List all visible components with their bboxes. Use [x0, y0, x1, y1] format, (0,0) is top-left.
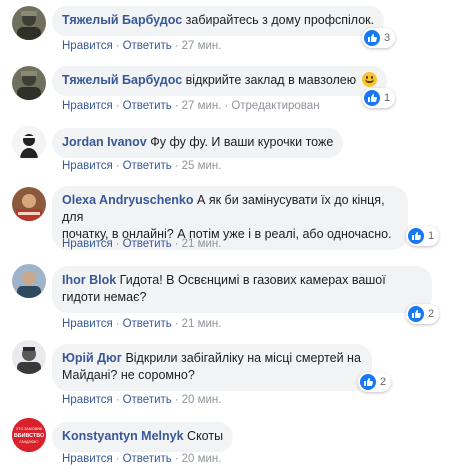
like-link[interactable]: Нравится: [62, 453, 113, 465]
like-link[interactable]: Нравится: [62, 160, 113, 172]
reaction-count[interactable]: 1: [406, 226, 440, 246]
avatar[interactable]: [12, 66, 46, 100]
reply-link[interactable]: Ответить: [123, 318, 172, 330]
reply-link[interactable]: Ответить: [123, 40, 172, 52]
reaction-count[interactable]: 2: [406, 304, 440, 324]
comment-actions: Нравится · Ответить · 21 мин.: [62, 238, 222, 250]
comment-author[interactable]: Jordan Ivanov: [62, 135, 147, 149]
avatar-text: ГАНДЗЮК?: [19, 440, 38, 444]
comment-actions: Нравится · Ответить · 21 мин.: [62, 318, 222, 330]
comment-bubble: Тяжелый Барбудос відкрийте заклад в мавз…: [52, 66, 387, 96]
reaction-number: 1: [384, 92, 391, 104]
comment-author[interactable]: Тяжелый Барбудос: [62, 13, 182, 27]
like-link[interactable]: Нравится: [62, 318, 113, 330]
thumbs-up-icon: [360, 374, 376, 390]
avatar-text: ВБИВСТВО: [14, 433, 44, 439]
comment-actions: Нравится · Ответить · 25 мин.: [62, 160, 222, 172]
comment-actions: Нравится · Ответить · 27 мин.: [62, 40, 222, 52]
reaction-count[interactable]: 1: [362, 88, 396, 108]
reaction-count[interactable]: 3: [362, 28, 396, 48]
thumbs-up-icon: [408, 306, 424, 322]
avatar[interactable]: [12, 264, 46, 298]
timestamp[interactable]: 20 мин.: [182, 453, 222, 465]
timestamp[interactable]: 20 мин.: [182, 394, 222, 406]
thumbs-up-icon: [364, 90, 380, 106]
comment-text-continued: Майдані? не соромно?: [62, 368, 195, 382]
comment-text: Гидота! В Освєнцимі в газових камерах ва…: [119, 273, 386, 287]
comment-actions: Нравится · Ответить · 20 мин.: [62, 453, 222, 465]
like-link[interactable]: Нравится: [62, 394, 113, 406]
reply-link[interactable]: Ответить: [123, 453, 172, 465]
reaction-number: 2: [428, 308, 435, 320]
avatar[interactable]: [12, 126, 46, 160]
comment-author[interactable]: Ihor Blok: [62, 273, 116, 287]
timestamp[interactable]: 21 мин.: [182, 318, 222, 330]
comment-actions: Нравится · Ответить · 20 мин.: [62, 394, 222, 406]
timestamp[interactable]: 25 мин.: [182, 160, 222, 172]
reaction-number: 2: [380, 376, 387, 388]
comment-text: Скоты: [187, 429, 224, 443]
reply-link[interactable]: Ответить: [123, 394, 172, 406]
timestamp[interactable]: 21 мин.: [182, 238, 222, 250]
comment-bubble: Ihor Blok Гидота! В Освєнцимі в газових …: [52, 266, 432, 313]
comment-text: Фу фу фу. И ваши курочки тоже: [150, 135, 334, 149]
reaction-number: 1: [428, 230, 435, 242]
avatar[interactable]: [12, 187, 46, 221]
reply-link[interactable]: Ответить: [123, 238, 172, 250]
edited-label[interactable]: Отредактирован: [231, 100, 319, 112]
comment-bubble: Юрій Дюг Відкрили забігайліку на місці с…: [52, 344, 372, 391]
reply-link[interactable]: Ответить: [123, 160, 172, 172]
thumbs-up-icon: [408, 228, 424, 244]
comment-text: відкрийте заклад в мавзолею: [185, 73, 357, 87]
timestamp[interactable]: 27 мин.: [182, 40, 222, 52]
comment-bubble: Тяжелый Барбудос забирайтесь з дому проф…: [52, 6, 385, 36]
like-link[interactable]: Нравится: [62, 238, 113, 250]
comment-actions: Нравится · Ответить · 27 мин. · Отредактирован: [62, 100, 320, 112]
comment-bubble: Jordan Ivanov Фу фу фу. И ваши курочки т…: [52, 128, 344, 158]
like-link[interactable]: Нравится: [62, 100, 113, 112]
thumbs-up-icon: [364, 30, 380, 46]
comment-bubble: Konstyantyn Melnyk Скоты: [52, 422, 234, 452]
avatar[interactable]: ХТО ЗАМОВИВ ВБИВСТВО ГАНДЗЮК?: [12, 418, 46, 452]
like-link[interactable]: Нравится: [62, 40, 113, 52]
avatar[interactable]: [12, 6, 46, 40]
reaction-count[interactable]: 2: [358, 372, 392, 392]
smiley-emoji-icon: [361, 72, 377, 87]
reply-link[interactable]: Ответить: [123, 100, 172, 112]
reaction-number: 3: [384, 32, 391, 44]
comment-text-continued: гидоти немає?: [62, 290, 147, 304]
comment-author[interactable]: Olexa Andryuschenko: [62, 193, 194, 207]
comment-text: забирайтесь з дому профспілок.: [185, 13, 375, 27]
comment-author[interactable]: Konstyantyn Melnyk: [62, 429, 184, 443]
timestamp[interactable]: 27 мин.: [182, 100, 222, 112]
comment-text: Відкрили забігайліку на місці смертей на: [125, 351, 361, 365]
comment-author[interactable]: Тяжелый Барбудос: [62, 73, 182, 87]
avatar[interactable]: [12, 340, 46, 374]
avatar-text: ХТО ЗАМОВИВ: [16, 427, 43, 431]
comment-author[interactable]: Юрій Дюг: [62, 351, 122, 365]
